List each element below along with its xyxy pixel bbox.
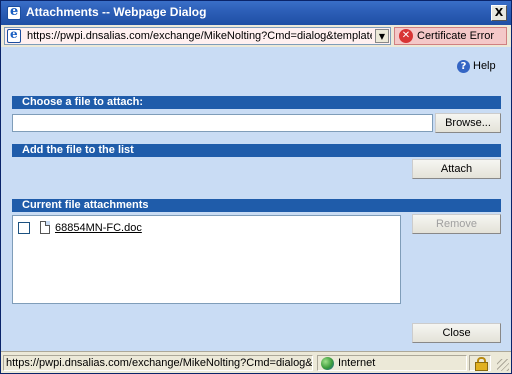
attachment-link[interactable]: 68854MN-FC.doc: [55, 222, 142, 234]
browse-button[interactable]: Browse...: [435, 113, 501, 133]
dialog-window: Attachments -- Webpage Dialog X https://…: [0, 0, 512, 374]
section-choose-file: Choose a file to attach:: [12, 96, 501, 109]
dialog-content: ? Help Choose a file to attach: Browse...…: [1, 47, 511, 351]
attach-button[interactable]: Attach: [412, 159, 501, 179]
zone-label: Internet: [338, 357, 376, 369]
address-dropdown-icon[interactable]: ▼: [375, 29, 389, 43]
close-button[interactable]: Close: [412, 323, 501, 343]
address-bar: https://pwpi.dnsalias.com/exchange/MikeN…: [1, 25, 511, 47]
ie-page-icon: [7, 27, 21, 43]
help-link[interactable]: ? Help: [457, 59, 496, 73]
file-path-input[interactable]: [12, 114, 433, 132]
address-field[interactable]: https://pwpi.dnsalias.com/exchange/MikeN…: [4, 27, 391, 45]
certificate-error-label: Certificate Error: [417, 30, 495, 42]
status-url: https://pwpi.dnsalias.com/exchange/MikeN…: [3, 355, 313, 371]
help-icon: ?: [457, 59, 470, 73]
ie-icon: [7, 4, 21, 20]
title-bar[interactable]: Attachments -- Webpage Dialog X: [1, 1, 511, 25]
attachments-list[interactable]: 68854MN-FC.doc: [12, 215, 401, 304]
attachment-checkbox[interactable]: [18, 222, 30, 234]
section-add-file: Add the file to the list: [12, 144, 501, 157]
close-window-button[interactable]: X: [491, 5, 507, 21]
address-url: https://pwpi.dnsalias.com/exchange/MikeN…: [27, 30, 372, 42]
certificate-error-button[interactable]: ✕ Certificate Error: [394, 27, 507, 45]
window-title: Attachments -- Webpage Dialog: [26, 5, 207, 19]
error-icon: ✕: [399, 29, 413, 43]
document-icon: [40, 221, 50, 234]
security-zone: Internet: [317, 355, 467, 371]
help-label[interactable]: Help: [473, 60, 496, 72]
remove-button[interactable]: Remove: [412, 214, 501, 234]
section-current-attachments: Current file attachments: [12, 199, 501, 212]
globe-icon: [321, 357, 334, 370]
lock-icon: [475, 357, 488, 371]
security-lock[interactable]: [469, 355, 491, 371]
resize-grip-icon[interactable]: [497, 359, 509, 371]
status-bar: https://pwpi.dnsalias.com/exchange/MikeN…: [1, 351, 511, 373]
